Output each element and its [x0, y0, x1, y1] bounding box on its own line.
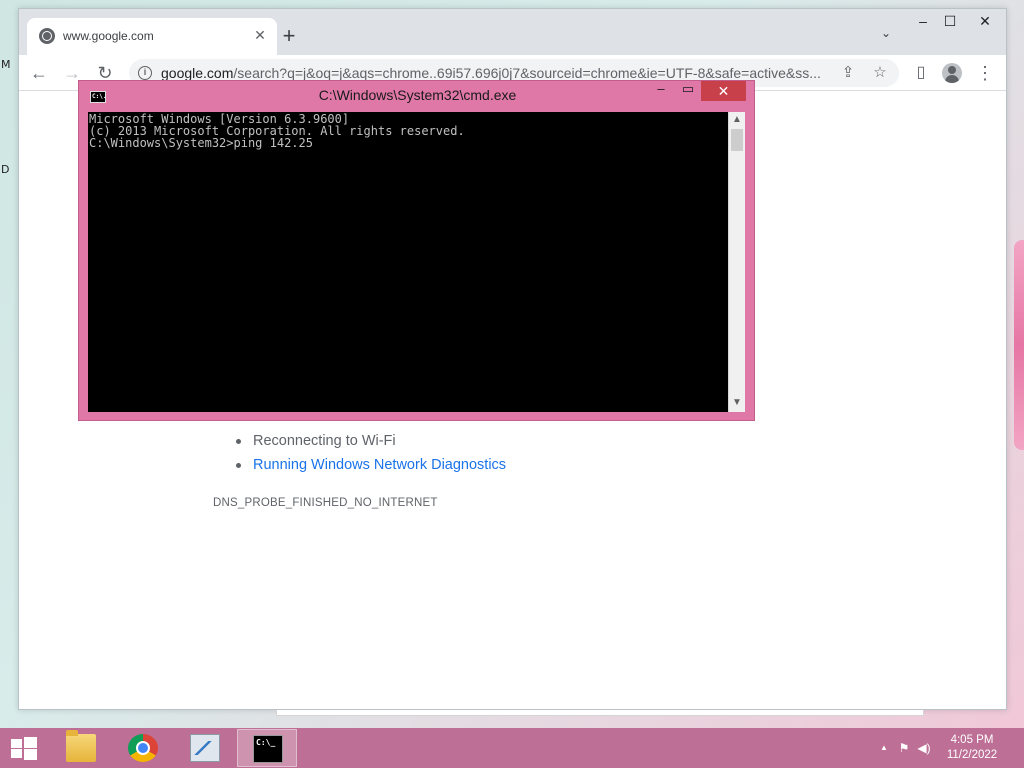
browser-tab[interactable]: www.google.com ✕: [27, 18, 277, 55]
network-diagnostics-link[interactable]: Running Windows Network Diagnostics: [253, 457, 506, 473]
suggestion-list: Reconnecting to Wi-Fi Running Windows Ne…: [233, 429, 506, 477]
cmd-close-button[interactable]: ✕: [701, 81, 746, 101]
info-icon[interactable]: i: [138, 66, 152, 80]
chrome-icon: [128, 734, 158, 762]
url-path: /search?q=j&oq=j&aqs=chrome..69i57.696j0…: [233, 65, 821, 81]
cmd-scrollbar[interactable]: ▲ ▼: [728, 112, 745, 412]
profile-avatar-icon[interactable]: [942, 63, 962, 83]
tab-strip: www.google.com ✕ + ⌄ – ☐ ✕: [19, 9, 1006, 55]
error-code: DNS_PROBE_FINISHED_NO_INTERNET: [213, 497, 438, 509]
cmd-icon: C:\_: [253, 735, 283, 763]
taskbar-file-explorer[interactable]: [51, 729, 111, 767]
chrome-menu-icon[interactable]: ⋮: [973, 61, 997, 85]
back-icon[interactable]: ←: [27, 61, 51, 85]
network-icon[interactable]: ⚑: [896, 740, 912, 756]
cmd-app-icon[interactable]: C:\.: [90, 91, 106, 103]
clock-date: 11/2/2022: [946, 749, 998, 761]
taskbar-performance-monitor[interactable]: [175, 729, 235, 767]
tray-chevron-icon[interactable]: ▲: [876, 740, 892, 756]
browser-bottom-edge: [276, 710, 924, 716]
cmd-maximize-button[interactable]: ▭: [674, 82, 702, 100]
windows-logo-icon: [11, 737, 37, 760]
cmd-minimize-button[interactable]: –: [647, 82, 675, 100]
scroll-up-icon[interactable]: ▲: [729, 112, 745, 128]
console-line: C:\Windows\System32>ping 142.25: [89, 136, 313, 150]
bookmark-star-icon[interactable]: ☆: [870, 63, 890, 83]
desktop-edge: M D: [0, 55, 14, 185]
clock-time: 4:05 PM: [950, 734, 994, 746]
maximize-button[interactable]: ☐: [935, 11, 965, 33]
folder-icon: [66, 730, 96, 762]
share-icon[interactable]: ⇪: [838, 63, 858, 83]
new-tab-button[interactable]: +: [277, 25, 301, 49]
wallpaper-accent: [1014, 240, 1024, 450]
minimize-button[interactable]: –: [908, 11, 938, 33]
globe-icon: [39, 28, 55, 44]
taskbar: C:\_ ▲ ⚑ ◀) 4:05 PM 11/2/2022: [0, 728, 1024, 768]
scroll-thumb[interactable]: [731, 129, 743, 151]
clock[interactable]: 4:05 PM 11/2/2022: [942, 733, 1002, 763]
console-output[interactable]: Microsoft Windows [Version 6.3.9600] (c) …: [88, 112, 728, 412]
performance-monitor-icon: [190, 734, 220, 762]
tab-search-icon[interactable]: ⌄: [878, 26, 894, 42]
volume-icon[interactable]: ◀): [916, 740, 932, 756]
start-button[interactable]: [0, 728, 48, 768]
list-item: Running Windows Network Diagnostics: [233, 453, 506, 477]
list-item: Reconnecting to Wi-Fi: [233, 429, 506, 453]
tab-title: www.google.com: [63, 29, 154, 43]
taskbar-chrome[interactable]: [113, 729, 173, 767]
close-button[interactable]: ✕: [970, 11, 1000, 33]
url-text[interactable]: google.com/search?q=j&oq=j&aqs=chrome..6…: [161, 65, 826, 81]
url-host: google.com: [161, 65, 234, 81]
tab-close-icon[interactable]: ✕: [251, 26, 269, 44]
system-tray: ▲ ⚑ ◀) 4:05 PM 11/2/2022: [874, 728, 1024, 768]
desktop-icon-label: D: [1, 163, 10, 176]
taskbar-cmd[interactable]: C:\_: [237, 729, 297, 767]
cmd-window[interactable]: C:\. C:\Windows\System32\cmd.exe – ▭ ✕ M…: [78, 80, 755, 421]
scroll-down-icon[interactable]: ▼: [729, 395, 745, 411]
desktop-icon-label: M: [1, 58, 11, 71]
side-panel-icon[interactable]: ▯: [909, 61, 933, 85]
suggestion-text: Reconnecting to Wi-Fi: [253, 433, 396, 449]
